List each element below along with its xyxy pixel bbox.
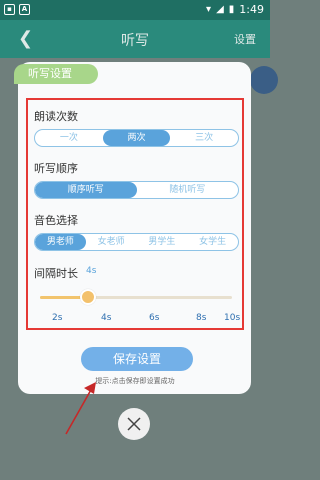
interval-value: 4s <box>86 266 97 276</box>
order-option-sequential[interactable]: 顺序听写 <box>35 182 137 198</box>
reading-count-option-3[interactable]: 三次 <box>170 130 238 146</box>
close-icon <box>127 417 141 431</box>
notification-icon: ▪ <box>4 4 15 15</box>
voice-option-female-student[interactable]: 女学生 <box>187 234 238 250</box>
battery-icon: ▮ <box>228 4 235 15</box>
order-option-random[interactable]: 随机听写 <box>137 182 239 198</box>
interval-tick: 4s <box>101 313 112 323</box>
save-hint: 提示:点击保存即设置成功 <box>95 377 175 385</box>
interval-tick: 6s <box>149 313 160 323</box>
signal-icon: ◢ <box>216 4 224 15</box>
annotation-arrow-icon <box>65 382 96 435</box>
dictation-order-selector: 顺序听写 随机听写 <box>34 181 239 199</box>
voice-label: 音色选择 <box>34 214 78 227</box>
page-title: 听写 <box>121 33 149 49</box>
reading-count-selector: 一次 两次 三次 <box>34 129 239 147</box>
interval-slider-track[interactable] <box>40 296 232 299</box>
status-bar: ▪ A ▾ ◢ ▮ 1:49 <box>0 0 270 20</box>
save-settings-button[interactable]: 保存设置 <box>81 347 193 371</box>
interval-tick: 2s <box>52 313 63 323</box>
reading-count-option-2[interactable]: 两次 <box>102 130 171 146</box>
interval-label: 间隔时长 <box>34 267 78 280</box>
interval-slider-thumb[interactable] <box>80 289 96 305</box>
voice-selector: 男老师 女老师 男学生 女学生 <box>34 233 239 251</box>
close-button[interactable] <box>118 408 150 440</box>
panel-tag: 听写设置 <box>14 64 98 84</box>
voice-option-male-student[interactable]: 男学生 <box>137 234 188 250</box>
app-bar: ❮ 听写 设置 <box>0 20 270 58</box>
voice-option-female-teacher[interactable]: 女老师 <box>86 234 137 250</box>
background-decoration <box>250 66 278 94</box>
reading-count-option-1[interactable]: 一次 <box>35 130 103 146</box>
a-notification-icon: A <box>19 4 30 15</box>
interval-tick: 10s <box>224 313 241 323</box>
interval-tick: 8s <box>196 313 207 323</box>
voice-option-male-teacher[interactable]: 男老师 <box>35 234 86 250</box>
settings-button[interactable]: 设置 <box>234 31 256 47</box>
dictation-order-label: 听写顺序 <box>34 162 78 175</box>
clock: 1:49 <box>239 3 264 16</box>
reading-count-label: 朗读次数 <box>34 110 78 123</box>
wifi-icon: ▾ <box>206 4 212 15</box>
